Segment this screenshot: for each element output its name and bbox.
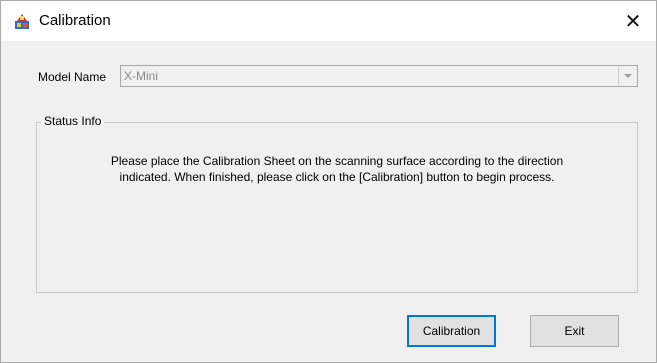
exit-button[interactable]: Exit [530, 315, 619, 347]
title-bar[interactable]: Calibration ✕ [1, 1, 656, 41]
model-name-label: Model Name [38, 70, 107, 84]
chevron-down-icon [623, 74, 632, 78]
status-info-legend: Status Info [41, 114, 105, 128]
dropdown-button[interactable] [618, 67, 636, 85]
model-name-dropdown[interactable]: X-Mini [120, 65, 638, 87]
status-message: Please place the Calibration Sheet on th… [37, 153, 637, 185]
close-button[interactable]: ✕ [610, 1, 656, 41]
close-icon: ✕ [624, 10, 642, 33]
calibration-app-icon [15, 14, 29, 29]
status-message-line-1: Please place the Calibration Sheet on th… [110, 154, 564, 168]
calibration-dialog: Calibration ✕ Model Name X-Mini Status I… [0, 0, 657, 363]
status-info-group [36, 122, 638, 293]
status-message-line-2: indicated. When finished, please click o… [119, 170, 555, 184]
model-name-value: X-Mini [124, 69, 159, 83]
calibration-button[interactable]: Calibration [407, 315, 496, 347]
window-title: Calibration [39, 12, 111, 29]
